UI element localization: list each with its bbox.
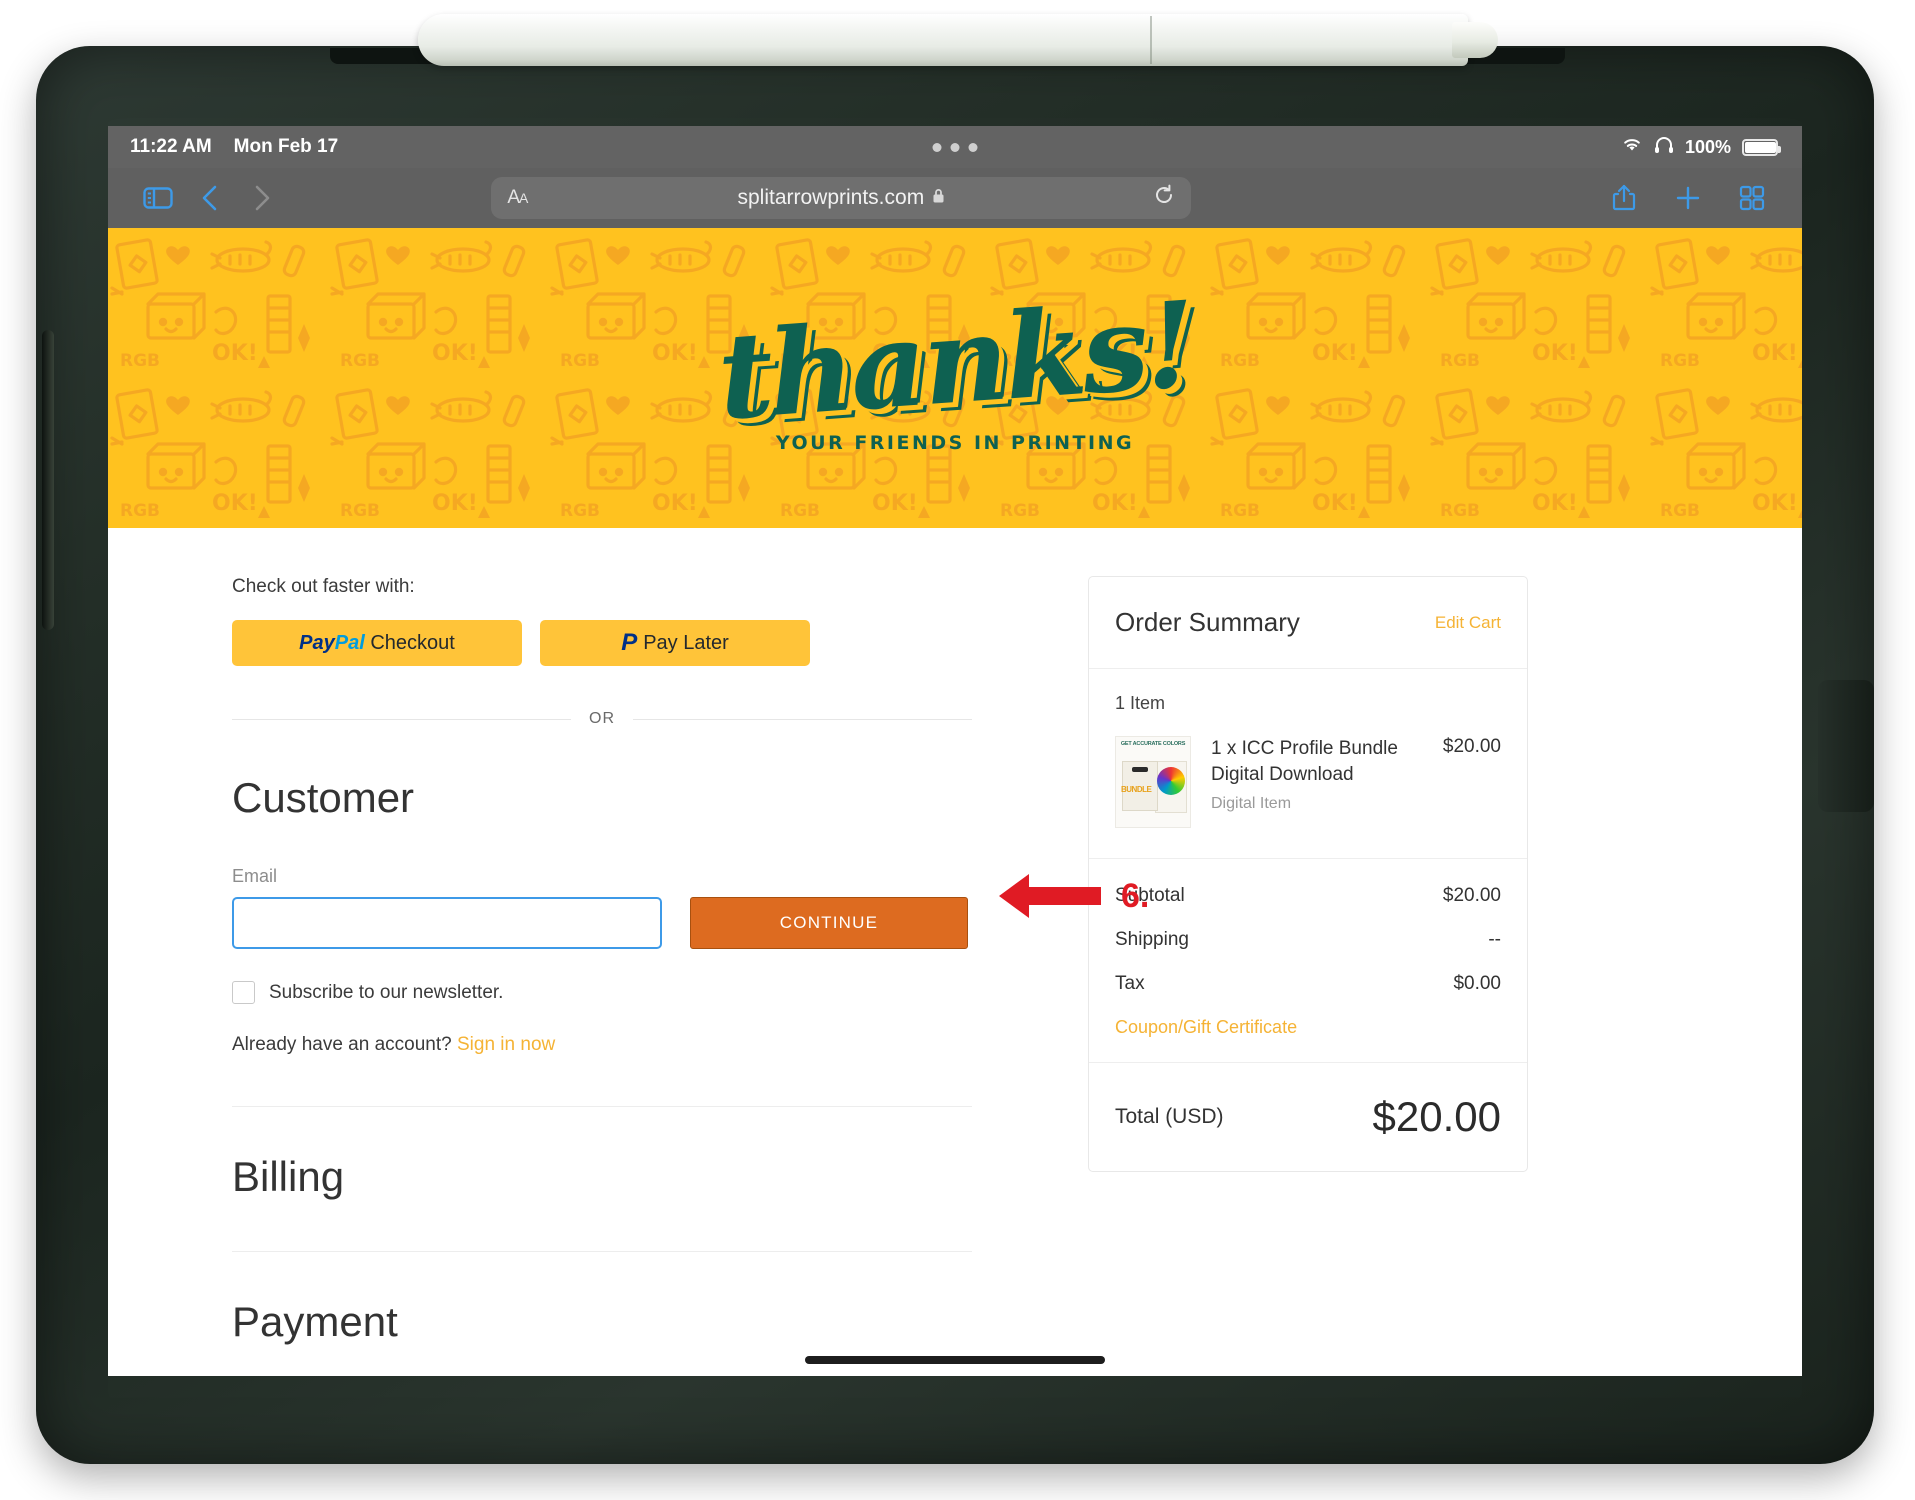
order-item-row: GET ACCURATE COLORS BUNDLE 1 x ICC Profi… xyxy=(1115,736,1501,828)
paypal-pal-text: Pal xyxy=(334,631,365,654)
status-time: 11:22 AM xyxy=(130,136,212,157)
annotation-number: 6. xyxy=(1121,876,1150,915)
ipad-screen: 11:22 AM Mon Feb 17 100% AA splitarrowpr… xyxy=(108,126,1802,1376)
newsletter-checkbox[interactable] xyxy=(232,981,255,1004)
subtotal-row: Subtotal $20.00 xyxy=(1115,885,1501,907)
divider-line-left xyxy=(232,718,571,720)
continue-button[interactable]: CONTINUE xyxy=(690,897,968,949)
share-icon[interactable] xyxy=(1598,183,1650,213)
paypal-checkout-label: Checkout xyxy=(370,631,455,654)
plus-icon[interactable] xyxy=(1662,185,1714,211)
subtotal-value: $20.00 xyxy=(1442,885,1501,906)
annotation-step-6: 6. xyxy=(995,868,1149,924)
site-logo[interactable]: thanks! YOUR FRIENDS IN PRINTING xyxy=(108,228,1802,528)
newsletter-row: Subscribe to our newsletter. xyxy=(232,981,1038,1004)
headphones-icon xyxy=(1654,136,1674,159)
faster-checkout-label: Check out faster with: xyxy=(232,576,415,597)
account-prompt: Already have an account? xyxy=(232,1034,452,1055)
section-divider-2 xyxy=(232,1251,972,1252)
status-bar: 11:22 AM Mon Feb 17 100% xyxy=(108,126,1802,168)
shipping-label: Shipping xyxy=(1115,929,1189,950)
url-text: splitarrowprints.com xyxy=(737,186,925,209)
coupon-link[interactable]: Coupon/Gift Certificate xyxy=(1115,1017,1501,1038)
edit-cart-link[interactable]: Edit Cart xyxy=(1435,613,1501,633)
email-form-row: CONTINUE xyxy=(232,897,1038,949)
shipping-row: Shipping -- xyxy=(1115,929,1501,951)
grand-total-label: Total (USD) xyxy=(1115,1105,1224,1128)
section-divider-1 xyxy=(232,1106,972,1107)
paypal-glyph-icon: P xyxy=(621,629,638,656)
payment-section-heading[interactable]: Payment xyxy=(232,1298,1038,1346)
order-item-price: $20.00 xyxy=(1442,736,1501,757)
grand-total-row: Total (USD) $20.00 xyxy=(1089,1063,1527,1171)
wifi-icon xyxy=(1621,136,1643,158)
case-edge-right xyxy=(1818,680,1874,812)
express-payment-buttons: Pay Pal Checkout P Pay Later xyxy=(232,620,1038,666)
order-item-name: 1 x ICC Profile Bundle Digital Download xyxy=(1211,738,1398,785)
order-items-section: 1 Item GET ACCURATE COLORS BUNDLE 1 x IC… xyxy=(1089,669,1527,859)
thumb-word: BUNDLE xyxy=(1121,785,1152,794)
apple-pencil xyxy=(418,14,1468,66)
customer-section-heading: Customer xyxy=(232,774,415,821)
divider-line-right xyxy=(633,718,972,720)
paypal-pay-text: Pay xyxy=(299,631,335,654)
thumb-color-wheel xyxy=(1157,767,1185,795)
or-divider: OR xyxy=(232,710,972,728)
product-thumbnail: GET ACCURATE COLORS BUNDLE xyxy=(1115,736,1191,828)
case-edge-left xyxy=(42,330,54,630)
billing-section-heading[interactable]: Billing xyxy=(232,1153,1038,1201)
lock-icon xyxy=(932,186,945,210)
order-item-info: 1 x ICC Profile Bundle Digital Download … xyxy=(1211,736,1423,813)
reload-icon[interactable] xyxy=(1153,184,1175,212)
site-banner: OK! RGB thanks! YOUR FRIENDS IN PR xyxy=(108,228,1802,528)
tax-label: Tax xyxy=(1115,973,1145,994)
web-page: OK! RGB thanks! YOUR FRIENDS IN PR xyxy=(108,228,1802,1376)
logo-wordmark: thanks! xyxy=(713,274,1197,447)
tab-overview-icon[interactable] xyxy=(1726,185,1778,211)
tax-value: $0.00 xyxy=(1453,973,1501,994)
or-label: OR xyxy=(589,710,615,727)
item-count-label: 1 Item xyxy=(1115,693,1166,713)
forward-chevron-icon xyxy=(236,183,288,213)
thumb-headline: GET ACCURATE COLORS xyxy=(1120,741,1186,747)
text-size-button[interactable]: AAAA xyxy=(507,187,528,209)
order-totals-section: Subtotal $20.00 Shipping -- Tax $0.00 Co… xyxy=(1089,859,1527,1063)
newsletter-label: Subscribe to our newsletter. xyxy=(269,981,504,1003)
home-indicator xyxy=(805,1356,1105,1364)
url-text-wrap: splitarrowprints.com xyxy=(491,186,1191,210)
apple-pencil-seam xyxy=(1150,16,1152,64)
order-item-type: Digital Item xyxy=(1211,795,1292,813)
email-label: Email xyxy=(232,866,278,886)
order-summary-title: Order Summary xyxy=(1115,607,1300,637)
left-arrow-icon xyxy=(999,874,1101,918)
order-summary-panel: Order Summary Edit Cart 1 Item GET ACCUR… xyxy=(1088,576,1528,1172)
thumb-handle xyxy=(1132,767,1148,772)
checkout-content: Check out faster with: Pay Pal Checkout P… xyxy=(108,528,1802,1376)
battery-percent: 100% xyxy=(1684,136,1731,157)
paypal-pay-later-label: Pay Later xyxy=(643,631,729,654)
address-bar[interactable]: AAAA splitarrowprints.com xyxy=(491,177,1192,219)
back-chevron-icon[interactable] xyxy=(184,183,236,213)
sidebar-toggle-icon[interactable] xyxy=(132,186,184,210)
checkout-right-column: Order Summary Edit Cart 1 Item GET ACCUR… xyxy=(1038,576,1538,1376)
checkout-left-column: Check out faster with: Pay Pal Checkout P… xyxy=(108,576,1038,1376)
order-summary-header: Order Summary Edit Cart xyxy=(1089,577,1527,669)
multitasking-dots-icon[interactable] xyxy=(932,142,978,152)
signin-row: Already have an account? Sign in now xyxy=(232,1034,1038,1056)
browser-toolbar: AAAA splitarrowprints.com xyxy=(108,168,1802,228)
battery-full-icon xyxy=(1742,138,1781,156)
status-date: Mon Feb 17 xyxy=(233,136,339,157)
email-input[interactable] xyxy=(232,897,662,949)
signin-link[interactable]: Sign in now xyxy=(457,1034,555,1055)
paypal-pay-later-button[interactable]: P Pay Later xyxy=(540,620,810,666)
tax-row: Tax $0.00 xyxy=(1115,973,1501,995)
screenshot-root: 11:22 AM Mon Feb 17 100% AA splitarrowpr… xyxy=(0,0,1915,1500)
apple-pencil-tip xyxy=(1452,22,1498,58)
grand-total-value: $20.00 xyxy=(1372,1093,1501,1140)
paypal-checkout-button[interactable]: Pay Pal Checkout xyxy=(232,620,522,666)
shipping-value: -- xyxy=(1488,929,1501,950)
